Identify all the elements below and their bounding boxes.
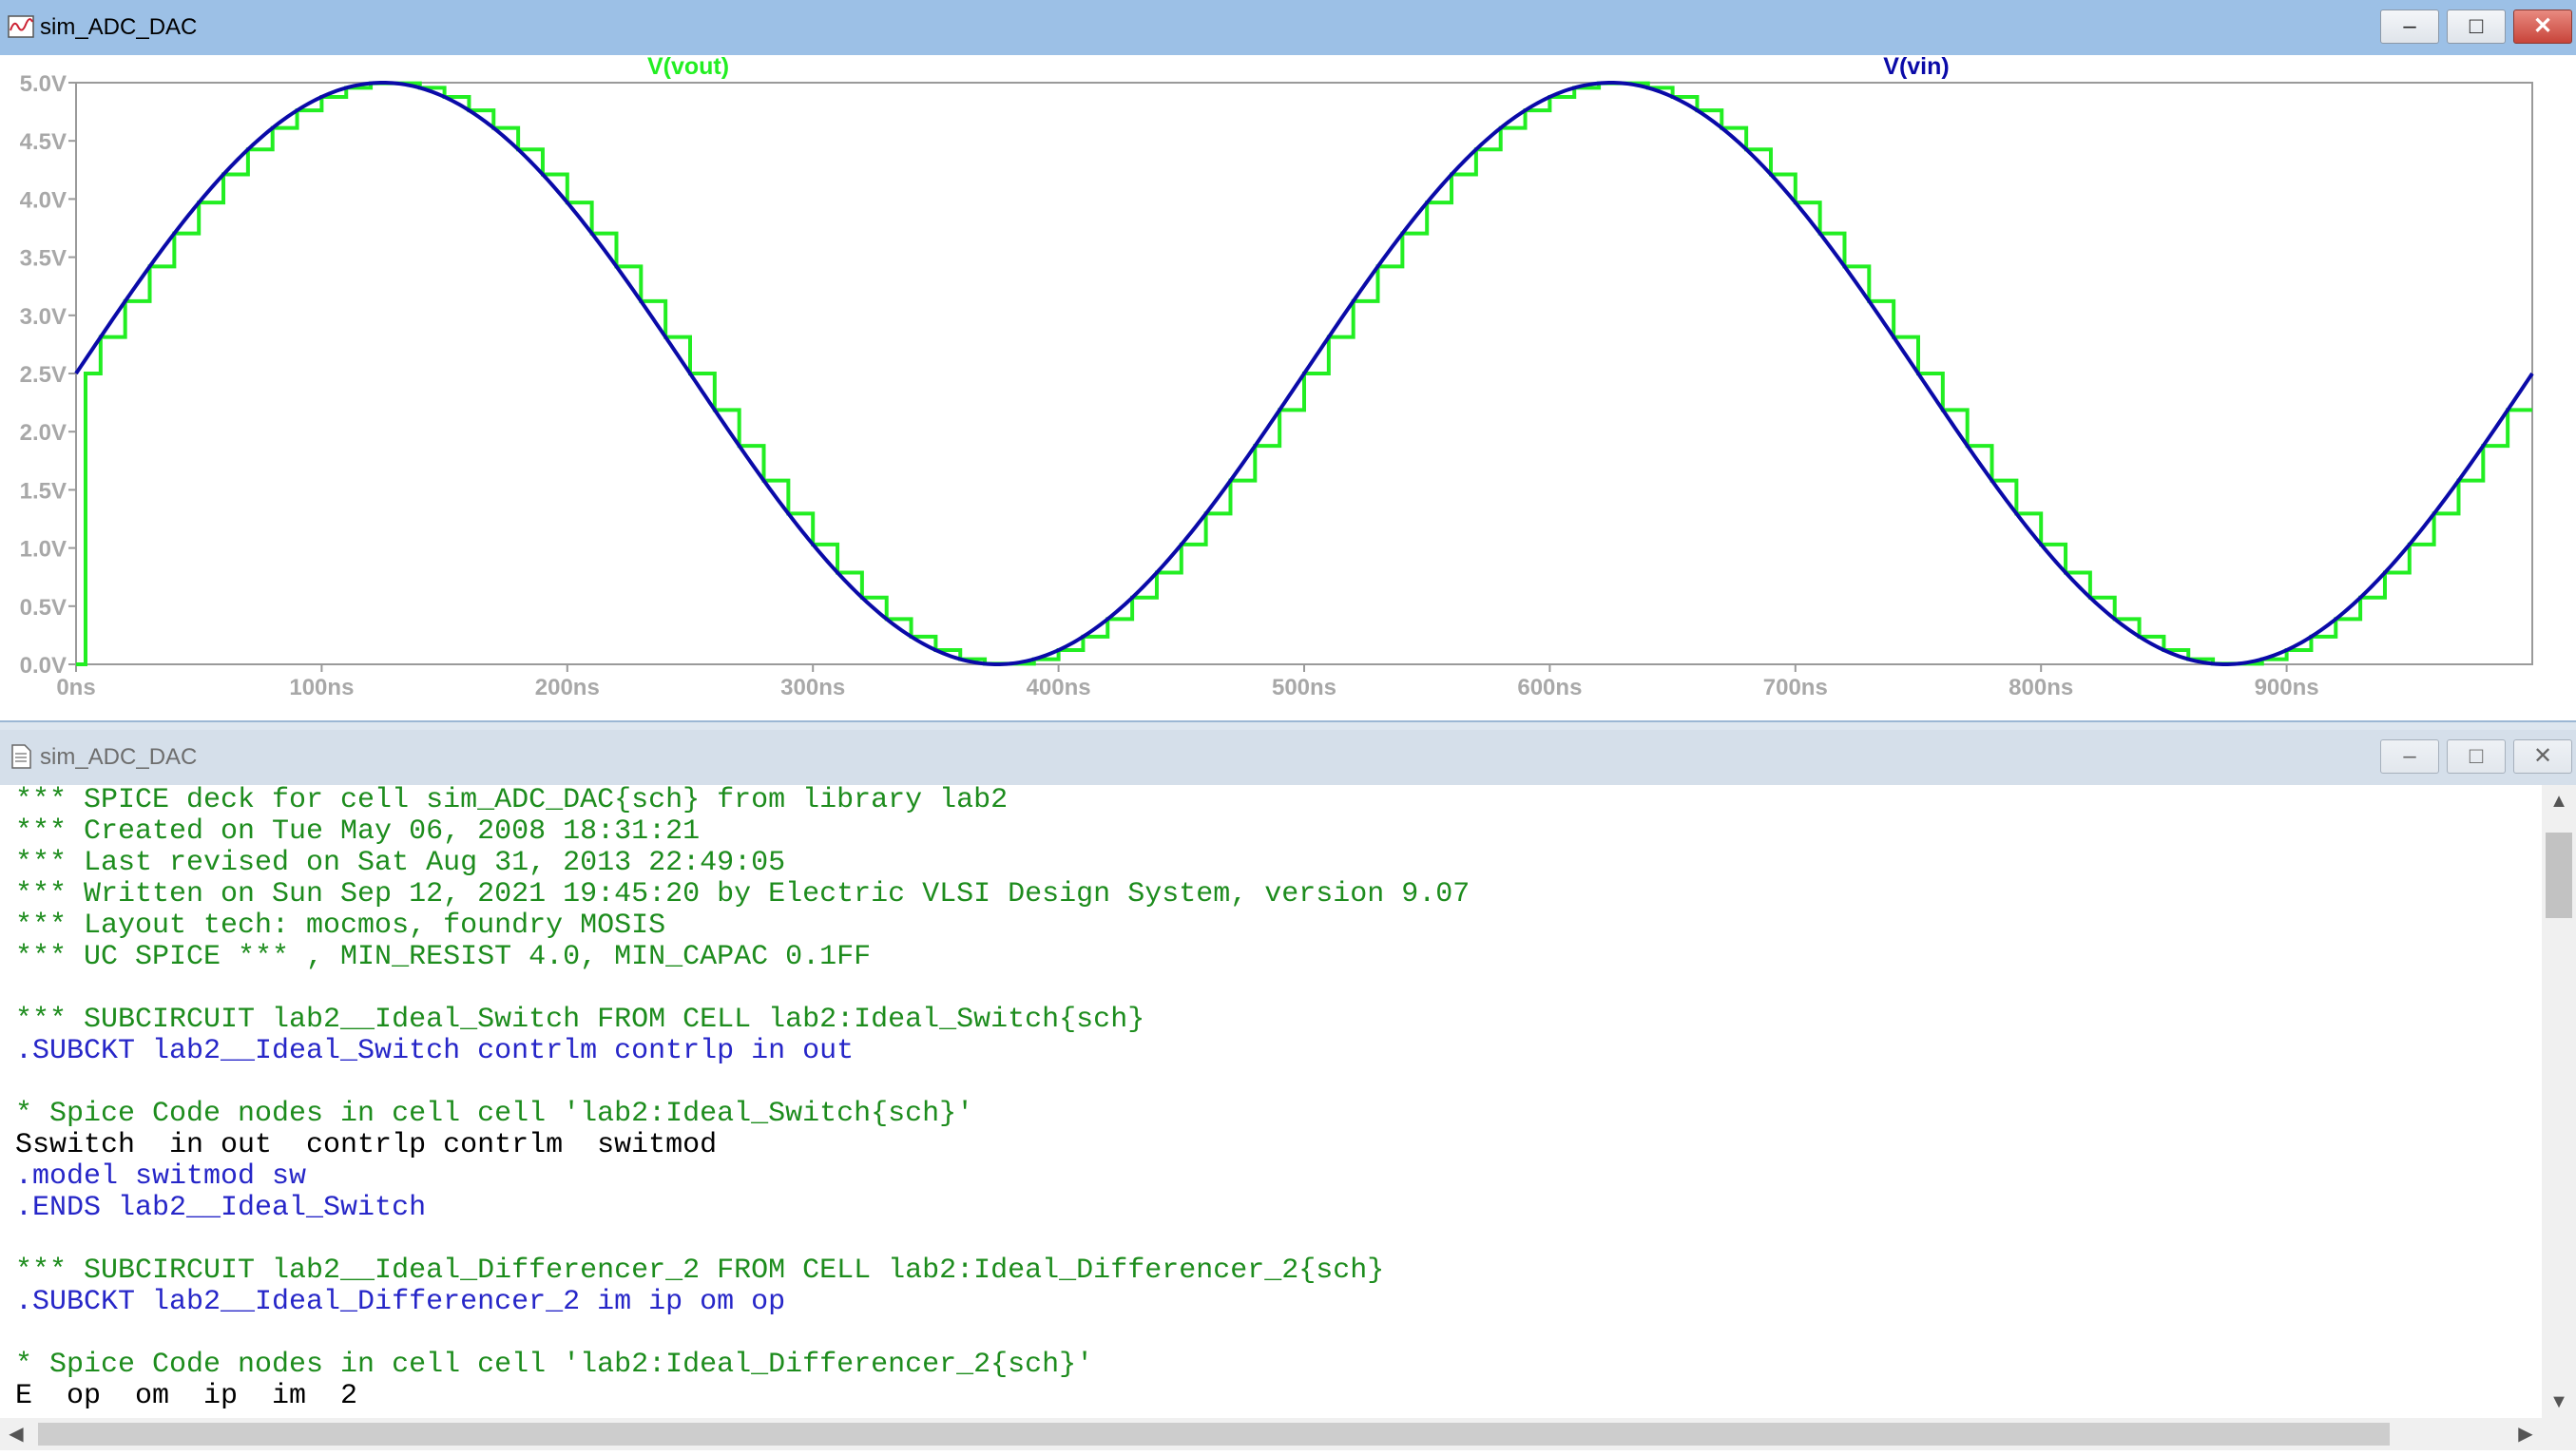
legend-vout[interactable]: V(vout) [647,55,729,80]
waveform-icon [8,15,34,38]
legend-vin[interactable]: V(vin) [1883,55,1949,80]
y-tick-label: 3.5V [20,246,67,272]
x-tick-label: 200ns [535,675,600,700]
code-line: E op om ip im 2 [15,1380,358,1412]
waveform-window-title: sim_ADC_DAC [40,14,198,40]
y-tick-label: 5.0V [20,71,67,97]
y-tick-label: 2.0V [20,420,67,446]
scroll-right-icon[interactable]: ▶ [2509,1418,2542,1450]
waveform-chart[interactable]: 0.0V0.5V1.0V1.5V2.0V2.5V3.0V3.5V4.0V4.5V… [0,55,2576,720]
code-line: *** UC SPICE *** , MIN_RESIST 4.0, MIN_C… [15,941,872,973]
scroll-up-icon[interactable]: ▲ [2542,785,2576,817]
x-tick-label: 800ns [2009,675,2073,700]
y-tick-label: 1.0V [20,537,67,563]
waveform-titlebar[interactable]: sim_ADC_DAC – □ ✕ [0,0,2576,55]
document-icon [11,744,31,769]
minimize-button[interactable]: – [2380,739,2439,774]
spice-deck-titlebar[interactable]: sim_ADC_DAC – □ ✕ [0,730,2576,785]
scroll-left-icon[interactable]: ◀ [0,1418,32,1450]
horizontal-scrollbar[interactable]: ◀ ▶ [0,1418,2542,1450]
code-line: *** Layout tech: mocmos, foundry MOSIS [15,910,666,942]
scrollbar-corner [2542,1418,2576,1450]
x-axis: 0ns 100ns 200ns 300ns 400ns 500ns 600ns 700ns 80… [56,664,2319,700]
code-line: * Spice Code nodes in cell cell 'lab2:Id… [15,1349,1094,1381]
y-tick-label: 4.0V [20,187,67,213]
x-tick-label: 300ns [780,675,845,700]
scroll-down-icon[interactable]: ▼ [2542,1386,2576,1418]
code-line: .SUBCKT lab2__Ideal_Switch contrlm contr… [15,1035,855,1067]
code-line: *** SUBCIRCUIT lab2__Ideal_Differencer_2… [15,1255,1385,1287]
y-axis: 0.0V0.5V1.0V1.5V2.0V2.5V3.0V3.5V4.0V4.5V… [20,71,76,679]
close-button[interactable]: ✕ [2513,739,2572,774]
code-line: *** SPICE deck for cell sim_ADC_DAC{sch}… [15,785,1009,816]
minimize-button[interactable]: – [2380,10,2439,44]
x-tick-label: 700ns [1763,675,1828,700]
vertical-scrollbar[interactable]: ▲ ▼ [2542,785,2576,1418]
maximize-button[interactable]: □ [2447,10,2506,44]
spice-deck-window: sim_ADC_DAC – □ ✕ *** SPICE deck for cel… [0,730,2576,1456]
x-tick-label: 900ns [2255,675,2319,700]
y-tick-label: 3.0V [20,304,67,330]
waveform-window: sim_ADC_DAC – □ ✕ 0.0V 0.5V 1.0V 1.5V 2.0V 2.… [0,0,2576,722]
close-button[interactable]: ✕ [2513,10,2572,44]
maximize-button[interactable]: □ [2447,739,2506,774]
code-line: .model switmod sw [15,1160,307,1193]
x-tick-label: 100ns [289,675,354,700]
y-tick-label: 1.5V [20,478,67,504]
code-line: * Spice Code nodes in cell cell 'lab2:Id… [15,1098,974,1130]
code-line: Sswitch in out contrlp contrlm switmod [15,1129,718,1161]
x-tick-label: 0ns [56,675,95,700]
vertical-scroll-thumb[interactable] [2546,833,2572,918]
y-tick-label: 0.5V [20,595,67,621]
code-line: *** Last revised on Sat Aug 31, 2013 22:… [15,847,786,879]
spice-deck-window-title: sim_ADC_DAC [40,744,198,770]
x-tick-label: 500ns [1272,675,1336,700]
code-line: .SUBCKT lab2__Ideal_Differencer_2 im ip … [15,1286,786,1318]
code-line: *** Created on Tue May 06, 2008 18:31:21 [15,815,701,848]
code-line: .ENDS lab2__Ideal_Switch [15,1192,427,1224]
code-line: *** SUBCIRCUIT lab2__Ideal_Switch FROM C… [15,1004,1145,1036]
y-tick-label: 4.5V [20,129,67,155]
code-line: *** Written on Sun Sep 12, 2021 19:45:20… [15,878,1471,910]
horizontal-scroll-thumb[interactable] [38,1423,2390,1446]
x-tick-label: 600ns [1517,675,1582,700]
spice-deck-text[interactable]: *** SPICE deck for cell sim_ADC_DAC{sch}… [0,785,2542,1418]
y-tick-label: 2.5V [20,362,67,388]
x-tick-label: 400ns [1027,675,1091,700]
